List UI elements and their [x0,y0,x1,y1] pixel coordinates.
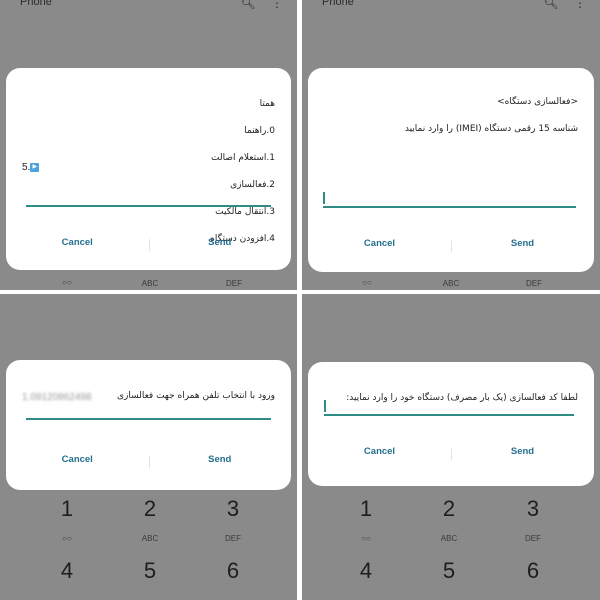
cancel-button[interactable]: Cancel [308,238,451,249]
dialog-line: 3.انتقال مالکیت [215,206,275,217]
key-4[interactable]: 4 [346,558,386,584]
voicemail-icon: ○○ [361,534,371,543]
app-title: Phone [20,0,52,8]
ussd-dialog: ورود با انتخاب تلفن همراه جهت فعالسازی 1… [6,360,291,490]
input-value: 5. [22,162,31,173]
search-icon[interactable]: 🔍︎ [543,0,558,10]
ussd-input[interactable]: 5. ▶ [22,162,40,173]
key-3[interactable]: 3 [213,496,253,522]
voicemail-icon: ○○ [62,278,72,287]
dialog-line: 1.استعلام اصالت [211,152,275,163]
key-2-letters: ABC [440,534,458,543]
phone-list-item[interactable]: 1.09120862498 [22,392,92,403]
cancel-button[interactable]: Cancel [308,446,451,457]
screen-panel-4: لطفا کد فعالسازی (یک بار مصرف) دستگاه خو… [302,294,600,600]
play-icon: ▶ [30,162,40,172]
dialog-line: 2.فعالسازی [230,179,275,190]
key-1[interactable]: 1 [346,496,386,522]
key-1[interactable]: 1 [47,496,87,522]
cancel-button[interactable]: Cancel [6,454,149,465]
text-cursor [323,192,325,204]
cancel-button[interactable]: Cancel [6,237,149,248]
key-5[interactable]: 5 [429,558,469,584]
key-2-letters: ABC [141,534,159,543]
ussd-dialog: همتا 0.راهنما 1.استعلام اصالت 2.فعالسازی… [6,68,291,270]
key-6[interactable]: 6 [213,558,253,584]
dialog-line: 0.راهنما [244,125,275,136]
screen-panel-3: ورود با انتخاب تلفن همراه جهت فعالسازی 1… [0,294,297,600]
key-2-letters: ABC [141,279,159,288]
search-icon[interactable]: 🔍︎ [240,0,255,10]
app-title: Phone [322,0,354,8]
screen-panel-1: Phone 🔍︎ ⋮ همتا 0.راهنما 1.استعلام اصالت… [0,0,297,290]
screen-panel-2: Phone 🔍︎ ⋮ <فعالسازی دستگاه> شناسه 15 رق… [302,0,600,290]
key-3-letters: DEF [525,534,541,543]
input-underline [26,205,271,207]
voicemail-icon: ○○ [62,534,72,543]
dialog-line: ورود با انتخاب تلفن همراه جهت فعالسازی [116,390,275,401]
key-2-letters: ABC [442,279,460,288]
more-options-icon[interactable]: ⋮ [271,0,283,10]
text-cursor [324,400,326,412]
key-2[interactable]: 2 [429,496,469,522]
input-underline[interactable] [26,418,271,420]
key-3-letters: DEF [225,534,241,543]
imei-input[interactable] [323,206,576,208]
key-3-letters: DEF [226,279,242,288]
dialog-line: شناسه 15 رقمی دستگاه (IMEI) را وارد نمای… [404,123,578,134]
key-5[interactable]: 5 [130,558,170,584]
key-2[interactable]: 2 [130,496,170,522]
dialog-line: همتا [259,98,275,109]
voicemail-icon: ○○ [362,278,372,287]
key-3-letters: DEF [526,279,542,288]
activation-code-input[interactable] [324,414,574,416]
dialog-line: لطفا کد فعالسازی (یک بار مصرف) دستگاه خو… [346,392,578,403]
app-bar: Phone 🔍︎ ⋮ [302,0,600,12]
ussd-dialog: لطفا کد فعالسازی (یک بار مصرف) دستگاه خو… [308,362,594,486]
ussd-dialog: <فعالسازی دستگاه> شناسه 15 رقمی دستگاه (… [308,68,594,272]
send-button[interactable]: Send [451,446,594,457]
key-6[interactable]: 6 [513,558,553,584]
send-button[interactable]: Send [451,238,594,249]
send-button[interactable]: Send [149,454,292,465]
more-options-icon[interactable]: ⋮ [574,0,586,10]
key-4[interactable]: 4 [47,558,87,584]
key-3[interactable]: 3 [513,496,553,522]
dialog-line: <فعالسازی دستگاه> [497,96,578,107]
app-bar: Phone 🔍︎ ⋮ [0,0,297,12]
send-button[interactable]: Send [149,237,292,248]
